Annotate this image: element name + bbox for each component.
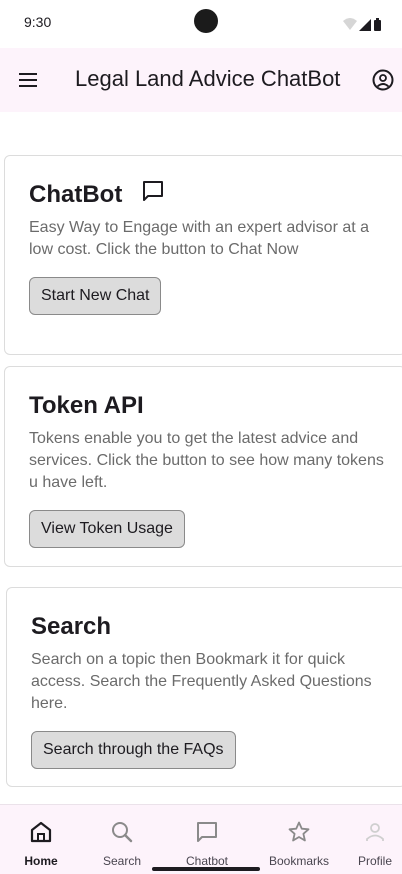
account-circle-icon [372,69,394,91]
person-icon [366,823,384,841]
status-icons [343,18,381,31]
nav-item-search[interactable]: Search [92,805,152,874]
view-token-usage-button[interactable]: View Token Usage [29,510,185,548]
gesture-bar[interactable] [152,867,260,871]
nav-item-profile[interactable]: Profile [350,805,400,874]
search-faqs-button[interactable]: Search through the FAQs [31,731,236,769]
status-bar: 9:30 [0,0,402,46]
card-description: Tokens enable you to get the latest advi… [29,430,384,491]
start-new-chat-button[interactable]: Start New Chat [29,277,162,315]
card-title: Token API [29,392,144,419]
nav-item-bookmarks[interactable]: Bookmarks [262,805,336,874]
app-bar: Legal Land Advice ChatBot [0,48,402,112]
wifi-icon [343,18,357,30]
search-icon [112,822,133,843]
account-button[interactable] [370,67,396,93]
screen: 9:30 Legal Land Advice ChatBot ChatBot E… [0,0,402,874]
status-time: 9:30 [24,14,52,30]
menu-button[interactable] [14,66,42,94]
nav-label: Bookmarks [268,854,330,868]
card-description: Easy Way to Engage with an expert adviso… [29,219,370,258]
chat-bubble-icon [143,181,163,201]
page-title: Legal Land Advice ChatBot [75,66,341,91]
camera-cutout [194,9,218,33]
chatbot-card: ChatBot Easy Way to Engage with an exper… [4,155,402,355]
token-api-card: Token API Tokens enable you to get the l… [4,366,402,567]
card-title: ChatBot [29,181,123,208]
nav-item-chatbot[interactable]: Chatbot [174,805,240,874]
bottom-navigation: Home Search Chatbot Bookmarks Profile [0,804,402,874]
home-icon [30,821,52,843]
signal-icon [359,19,371,31]
nav-label: Home [24,854,58,868]
card-title: Search [31,613,112,640]
menu-icon [19,73,37,87]
nav-label: Search [102,854,142,868]
chat-bubble-icon [197,822,217,842]
battery-icon [374,20,381,31]
star-icon [288,821,310,842]
nav-label: Profile [357,854,392,868]
nav-item-home[interactable]: Home [11,805,71,874]
search-card: Search Search on a topic then Bookmark i… [6,587,402,787]
nav-label: Chatbot [185,854,229,868]
card-description: Search on a topic then Bookmark it for q… [31,651,372,712]
